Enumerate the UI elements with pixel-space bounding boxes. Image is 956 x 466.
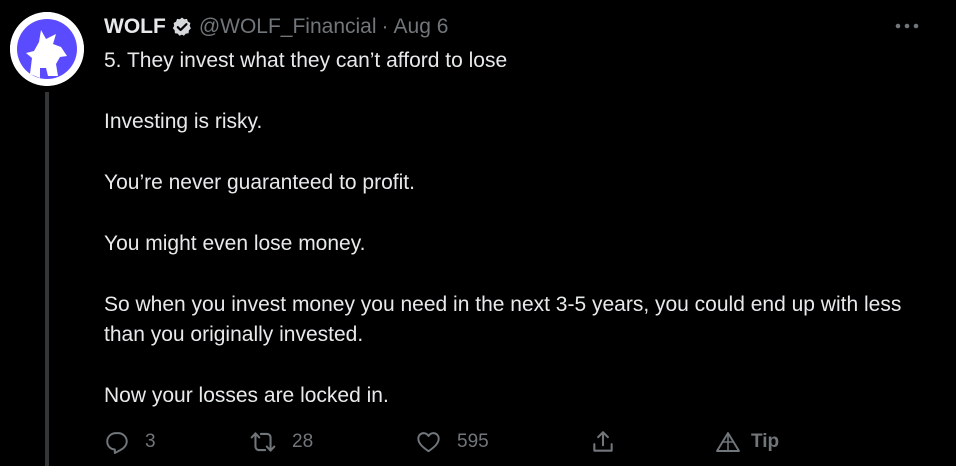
share-icon bbox=[593, 431, 613, 452]
more-options-button[interactable] bbox=[893, 14, 921, 38]
wolf-logo-icon bbox=[10, 12, 84, 86]
share-button[interactable] bbox=[590, 426, 616, 458]
tip-label: Tip bbox=[751, 431, 780, 452]
tweet[interactable]: WOLF @WOLF_Financial · Aug 6 5. They inv… bbox=[0, 0, 956, 466]
retweet-count: 28 bbox=[292, 431, 314, 452]
tweet-paragraph: You’re never guaranteed to profit. bbox=[104, 171, 415, 194]
tweet-paragraph: 5. They invest what they can’t afford to… bbox=[104, 49, 508, 72]
verified-badge-icon bbox=[171, 16, 193, 38]
tweet-paragraph: Investing is risky. bbox=[104, 110, 263, 133]
tip-button[interactable]: Tip bbox=[715, 426, 779, 458]
tweet-header: WOLF @WOLF_Financial · Aug 6 bbox=[104, 13, 448, 41]
tweet-paragraph: Now your losses are locked in. bbox=[104, 384, 389, 407]
thread-line bbox=[45, 92, 49, 466]
like-count: 595 bbox=[457, 431, 489, 452]
tweet-paragraph: You might even lose money. bbox=[104, 232, 366, 255]
tweet-actions: 3 28 595 Tip bbox=[104, 426, 804, 458]
more-dots-icon bbox=[895, 23, 919, 29]
tip-icon bbox=[716, 432, 740, 452]
author-name[interactable]: WOLF bbox=[104, 15, 166, 39]
tweet-paragraph: So when you invest money you need in the… bbox=[104, 293, 902, 346]
heart-icon bbox=[417, 432, 440, 453]
author-handle[interactable]: @WOLF_Financial bbox=[199, 15, 377, 39]
reply-button[interactable]: 3 bbox=[104, 426, 156, 458]
tweet-text: 5. They invest what they can’t afford to… bbox=[104, 46, 924, 411]
reply-count: 3 bbox=[145, 431, 156, 452]
separator-dot: · bbox=[381, 15, 389, 38]
retweet-button[interactable]: 28 bbox=[249, 426, 313, 458]
retweet-icon bbox=[250, 432, 276, 452]
like-button[interactable]: 595 bbox=[415, 426, 489, 458]
reply-icon bbox=[106, 432, 128, 455]
avatar[interactable] bbox=[10, 12, 84, 86]
tweet-date[interactable]: Aug 6 bbox=[394, 15, 449, 39]
